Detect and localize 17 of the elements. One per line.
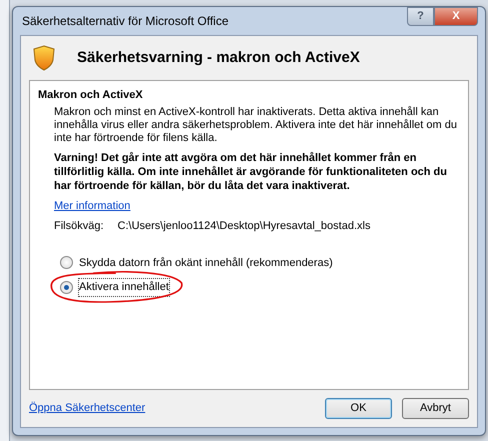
shield-icon [33, 45, 55, 71]
trust-center-link[interactable]: Öppna Säkerhetscenter [29, 400, 146, 417]
radio-button[interactable] [60, 256, 73, 270]
file-path: C:\Users\jenloo1124\Desktop\Hyresavtal_bostad.xls [118, 219, 370, 234]
radio-button[interactable] [60, 280, 73, 294]
ok-button[interactable]: OK [325, 398, 392, 419]
window-title: Säkerhetsalternativ för Microsoft Office [21, 13, 229, 30]
help-button[interactable]: ? [407, 7, 434, 26]
warning-text: Varning! Det går inte att avgöra om det här innehållet kommer från en tillförlitlig källa. Om inte innehållet är avgörande för funktionaliteten och du har förtroende för källan, bör du låta det vara inaktiverat. [54, 150, 448, 192]
radio-label[interactable]: Aktivera innehållet [79, 279, 169, 296]
file-path-label: Filsökväg: [54, 219, 104, 234]
description-text: Makron och minst en ActiveX-kontroll har inaktiverats. Detta aktiva innehåll kan innehålla virus eller andra säkerhetsproblem. Aktivera inte det här innehållet om du inte har förtroende för filens källa. [54, 106, 458, 144]
more-info-link[interactable]: Mer information [54, 200, 130, 212]
cancel-button[interactable]: Avbryt [402, 398, 469, 419]
dialog-heading: Säkerhetsvarning - makron och ActiveX [77, 48, 360, 68]
section-title: Makron och ActiveX [38, 88, 144, 103]
radio-label[interactable]: Skydda datorn från okänt innehåll (rekommenderas) [79, 254, 333, 271]
